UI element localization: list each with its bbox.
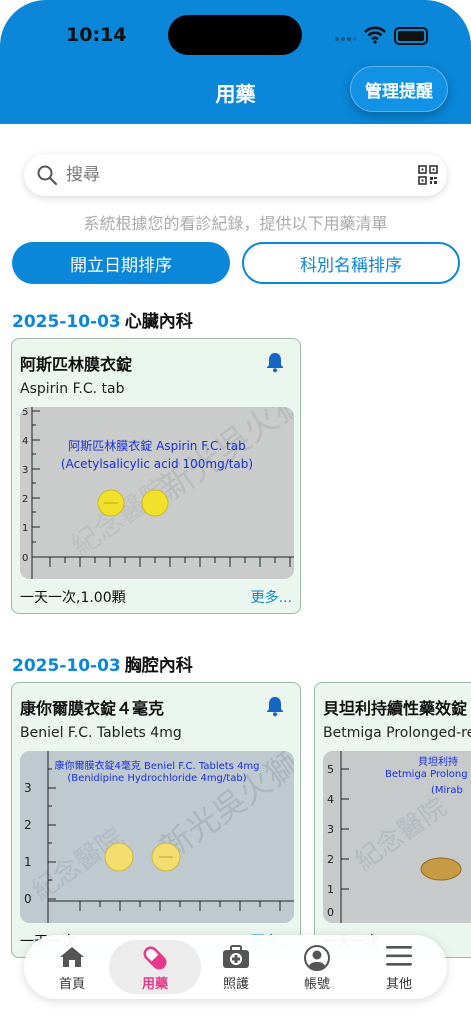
signal-icon	[335, 37, 356, 41]
menu-icon	[386, 946, 412, 966]
photo-label-name: 康你爾膜衣錠4毫克 Beniel F.C. Tablets 4mg	[54, 761, 260, 772]
svg-text:0: 0	[22, 553, 28, 564]
battery-icon	[394, 27, 428, 45]
sort-by-date-button[interactable]: 開立日期排序	[12, 242, 230, 284]
hint-text: 系統根據您的看診紀錄，提供以下用藥清單	[83, 214, 388, 233]
dynamic-island	[168, 15, 302, 55]
pill-photo: 新光吳火獅 紀念醫院 543 210	[20, 407, 294, 579]
tab-care[interactable]: 照護	[198, 935, 274, 999]
svg-text:3: 3	[327, 823, 334, 836]
bottom-tab-bar: 首頁 用藥 照護 帳號 其他	[24, 935, 447, 999]
home-icon	[60, 947, 84, 967]
group-header: 2025-10-03 胸腔內科	[12, 651, 193, 676]
manage-reminders-button[interactable]: 管理提醒	[350, 66, 448, 112]
status-bar: 10:14	[0, 0, 471, 68]
group-header: 2025-10-03 心臟內科	[12, 307, 193, 332]
medication-english-name: Beniel F.C. Tablets 4mg	[20, 725, 182, 741]
photo-label-ingredient-extra: (Mirab	[431, 785, 463, 796]
tab-label: 其他	[385, 977, 412, 992]
group-date: 2025-10-03	[12, 312, 121, 332]
medication-english-name: Betmiga Prolonged-re	[323, 725, 471, 741]
tab-more[interactable]: 其他	[361, 935, 437, 999]
medication-english-name: Aspirin F.C. tab	[20, 381, 125, 397]
dosage-text: 一天一次,1.00顆	[20, 590, 126, 606]
svg-text:0: 0	[24, 892, 32, 906]
bell-icon[interactable]	[264, 695, 286, 717]
svg-text:2: 2	[22, 494, 28, 505]
bell-icon[interactable]	[264, 351, 286, 373]
photo-label-name: 阿斯匹林膜衣錠 Aspirin F.C. tab	[68, 439, 246, 453]
medication-photo: 新光吳火獅 紀念醫院 3210 康你爾膜衣錠4毫克 Beniel F.C. Ta…	[20, 751, 294, 923]
tab-home[interactable]: 首頁	[34, 935, 110, 999]
sort-by-department-button[interactable]: 科別名稱排序	[242, 242, 460, 284]
tab-account[interactable]: 帳號	[279, 935, 355, 999]
medical-kit-icon	[223, 945, 249, 968]
medication-photo: 紀念醫院 543 210 貝坦利持 Betmiga Prolong (Mirab	[323, 751, 471, 923]
app-header: 10:14 用藥 管理提醒	[0, 0, 471, 124]
status-time: 10:14	[66, 24, 127, 46]
photo-label-name: 貝坦利持	[418, 757, 458, 768]
pill-icon	[143, 946, 167, 970]
group-department: 心臟內科	[124, 312, 193, 332]
svg-text:5: 5	[327, 763, 334, 776]
user-icon	[304, 945, 330, 971]
tab-label: 首頁	[58, 977, 85, 992]
photo-label-ingredient: (Benidipine Hydrochloride 4mg/tab)	[67, 773, 247, 784]
search-bar	[24, 154, 447, 196]
search-icon	[37, 165, 58, 186]
tab-medication[interactable]: 用藥	[109, 935, 201, 999]
group-department: 胸腔內科	[124, 656, 193, 676]
medication-card[interactable]: 康你爾膜衣錠４毫克 Beniel F.C. Tablets 4mg 新光吳火獅 …	[11, 682, 301, 958]
wifi-icon	[364, 26, 386, 44]
medication-name: 貝坦利持續性藥效錠	[323, 699, 468, 718]
photo-label-ingredient: Betmiga Prolong	[385, 769, 468, 780]
qr-code-icon[interactable]	[418, 165, 438, 185]
medication-photo: 新光吳火獅 紀念醫院 543 210 阿斯匹林膜衣錠 Aspirin F.C. …	[20, 407, 294, 579]
search-input[interactable]	[64, 161, 428, 189]
svg-text:1: 1	[22, 523, 28, 534]
svg-text:2: 2	[327, 853, 334, 866]
svg-text:2: 2	[24, 818, 32, 832]
tab-label: 用藥	[141, 977, 168, 992]
svg-text:1: 1	[327, 883, 334, 896]
tab-label: 照護	[222, 977, 249, 992]
more-link[interactable]: 更多...	[251, 587, 292, 607]
medication-card[interactable]: 阿斯匹林膜衣錠 Aspirin F.C. tab 新光吳火獅 紀念醫院 543	[11, 338, 301, 614]
tab-label: 帳號	[303, 977, 330, 992]
app-screen: 10:14 用藥 管理提醒 搜尋 系統根據您的看診紀錄，提供以下用藥清單 開立日…	[0, 0, 471, 1024]
medication-card[interactable]: 貝坦利持續性藥效錠 Betmiga Prolonged-re 紀念醫院 543 …	[314, 682, 471, 958]
svg-text:1: 1	[24, 855, 32, 869]
svg-text:5: 5	[22, 407, 28, 418]
photo-label-ingredient: (Acetylsalicylic acid 100mg/tab)	[60, 457, 254, 471]
medication-name: 康你爾膜衣錠４毫克	[20, 699, 165, 718]
svg-text:0: 0	[327, 906, 334, 919]
group-date: 2025-10-03	[12, 656, 121, 676]
medication-name: 阿斯匹林膜衣錠	[20, 355, 133, 374]
svg-text:4: 4	[327, 793, 334, 806]
